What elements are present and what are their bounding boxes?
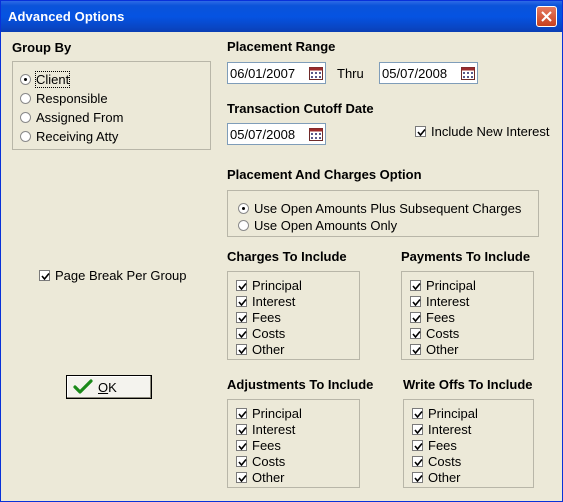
checkbox-label: Costs: [426, 326, 460, 341]
checkbox-label: Other: [428, 470, 461, 485]
checkmark-icon: [238, 282, 247, 291]
checkbox-label: Principal: [252, 406, 302, 421]
checkmark-icon: [412, 346, 421, 355]
calendar-icon[interactable]: [461, 66, 475, 80]
checkmark-icon: [414, 458, 423, 467]
radio-label: Use Open Amounts Plus Subsequent Charges: [254, 201, 522, 216]
checkbox-label: Other: [426, 342, 459, 357]
radio-label: Responsible: [36, 91, 108, 106]
title-bar[interactable]: Advanced Options: [1, 1, 562, 32]
placement-charges-box: Use Open Amounts Plus Subsequent Charges…: [227, 190, 539, 237]
checkbox-label: Costs: [428, 454, 462, 469]
group-by-heading: Group By: [12, 40, 72, 55]
checkbox-label: Costs: [252, 326, 286, 341]
radio-label: Assigned From: [36, 110, 124, 125]
adjustments-box: Principal Interest Fees Costs Other: [227, 399, 360, 488]
checkmark-icon: [412, 314, 421, 323]
radio-label: Client: [34, 71, 71, 88]
checkbox-label: Interest: [252, 422, 296, 437]
window-title: Advanced Options: [8, 9, 125, 24]
placement-from-date-field[interactable]: 06/01/2007: [227, 62, 326, 84]
placement-to-date-field[interactable]: 05/07/2008: [379, 62, 478, 84]
ok-label-rest: K: [108, 380, 117, 395]
checkbox-label: Interest: [252, 294, 296, 309]
checkbox-label: Include New Interest: [431, 124, 550, 139]
checkmark-icon: [238, 410, 247, 419]
group-by-box: Client Responsible Assigned From Receivi…: [12, 61, 211, 150]
checkbox-label: Page Break Per Group: [55, 268, 187, 283]
checkmark-icon: [238, 330, 247, 339]
checkbox-label: Principal: [428, 406, 478, 421]
checkmark-icon: [414, 426, 423, 435]
checkmark-icon: [412, 282, 421, 291]
checkmark-icon: [238, 442, 247, 451]
checkbox-label: Costs: [252, 454, 286, 469]
charges-box: Principal Interest Fees Costs Other: [227, 271, 360, 360]
date-value: 05/07/2008: [230, 127, 296, 142]
checkbox-label: Principal: [252, 278, 302, 293]
checkbox-label: Other: [252, 470, 285, 485]
thru-label: Thru: [337, 66, 364, 81]
transaction-cutoff-heading: Transaction Cutoff Date: [227, 101, 374, 116]
payments-box: Principal Interest Fees Costs Other: [401, 271, 534, 360]
checkbox-label: Other: [252, 342, 285, 357]
close-icon: [541, 11, 552, 22]
close-button[interactable]: [536, 6, 557, 27]
checkbox-label: Fees: [252, 310, 281, 325]
checkmark-icon: [412, 298, 421, 307]
checkbox-label: Fees: [428, 438, 457, 453]
placement-charges-heading: Placement And Charges Option: [227, 167, 422, 182]
checkmark-icon: [238, 346, 247, 355]
placement-range-heading: Placement Range: [227, 39, 336, 54]
checkmark-icon: [238, 474, 247, 483]
checkbox-label: Fees: [426, 310, 455, 325]
payments-heading: Payments To Include: [401, 249, 531, 264]
checkmark-icon: [238, 458, 247, 467]
adjustments-heading: Adjustments To Include: [227, 377, 374, 392]
ok-label: OK: [98, 380, 117, 395]
radio-label: Use Open Amounts Only: [254, 218, 398, 233]
dialog-body: Group By Client Responsible Assigned Fro…: [4, 32, 559, 498]
date-value: 06/01/2007: [230, 66, 296, 81]
checkmark-icon: [238, 314, 247, 323]
checkbox-label: Fees: [252, 438, 281, 453]
checkmark-icon: [238, 426, 247, 435]
charges-heading: Charges To Include: [227, 249, 347, 264]
ok-button[interactable]: OK: [66, 375, 152, 399]
transaction-cutoff-date-field[interactable]: 05/07/2008: [227, 123, 326, 145]
radio-label: Receiving Atty: [36, 129, 119, 144]
calendar-icon[interactable]: [309, 127, 323, 141]
checkmark-icon: [41, 272, 50, 281]
checkmark-icon: [414, 474, 423, 483]
checkbox-label: Principal: [426, 278, 476, 293]
checkmark-icon: [414, 442, 423, 451]
checkmark-icon: [417, 128, 426, 137]
checkmark-icon: [414, 410, 423, 419]
date-value: 05/07/2008: [382, 66, 448, 81]
ok-mnemonic: O: [98, 380, 109, 395]
advanced-options-window: Advanced Options Group By Client Respons…: [0, 0, 563, 502]
checkmark-icon: [238, 298, 247, 307]
checkbox-label: Interest: [426, 294, 470, 309]
writeoffs-heading: Write Offs To Include: [403, 377, 533, 392]
writeoffs-box: Principal Interest Fees Costs Other: [403, 399, 534, 488]
checkmark-icon: [412, 330, 421, 339]
calendar-icon[interactable]: [309, 66, 323, 80]
checkbox-label: Interest: [428, 422, 472, 437]
checkmark-icon: [73, 379, 93, 394]
